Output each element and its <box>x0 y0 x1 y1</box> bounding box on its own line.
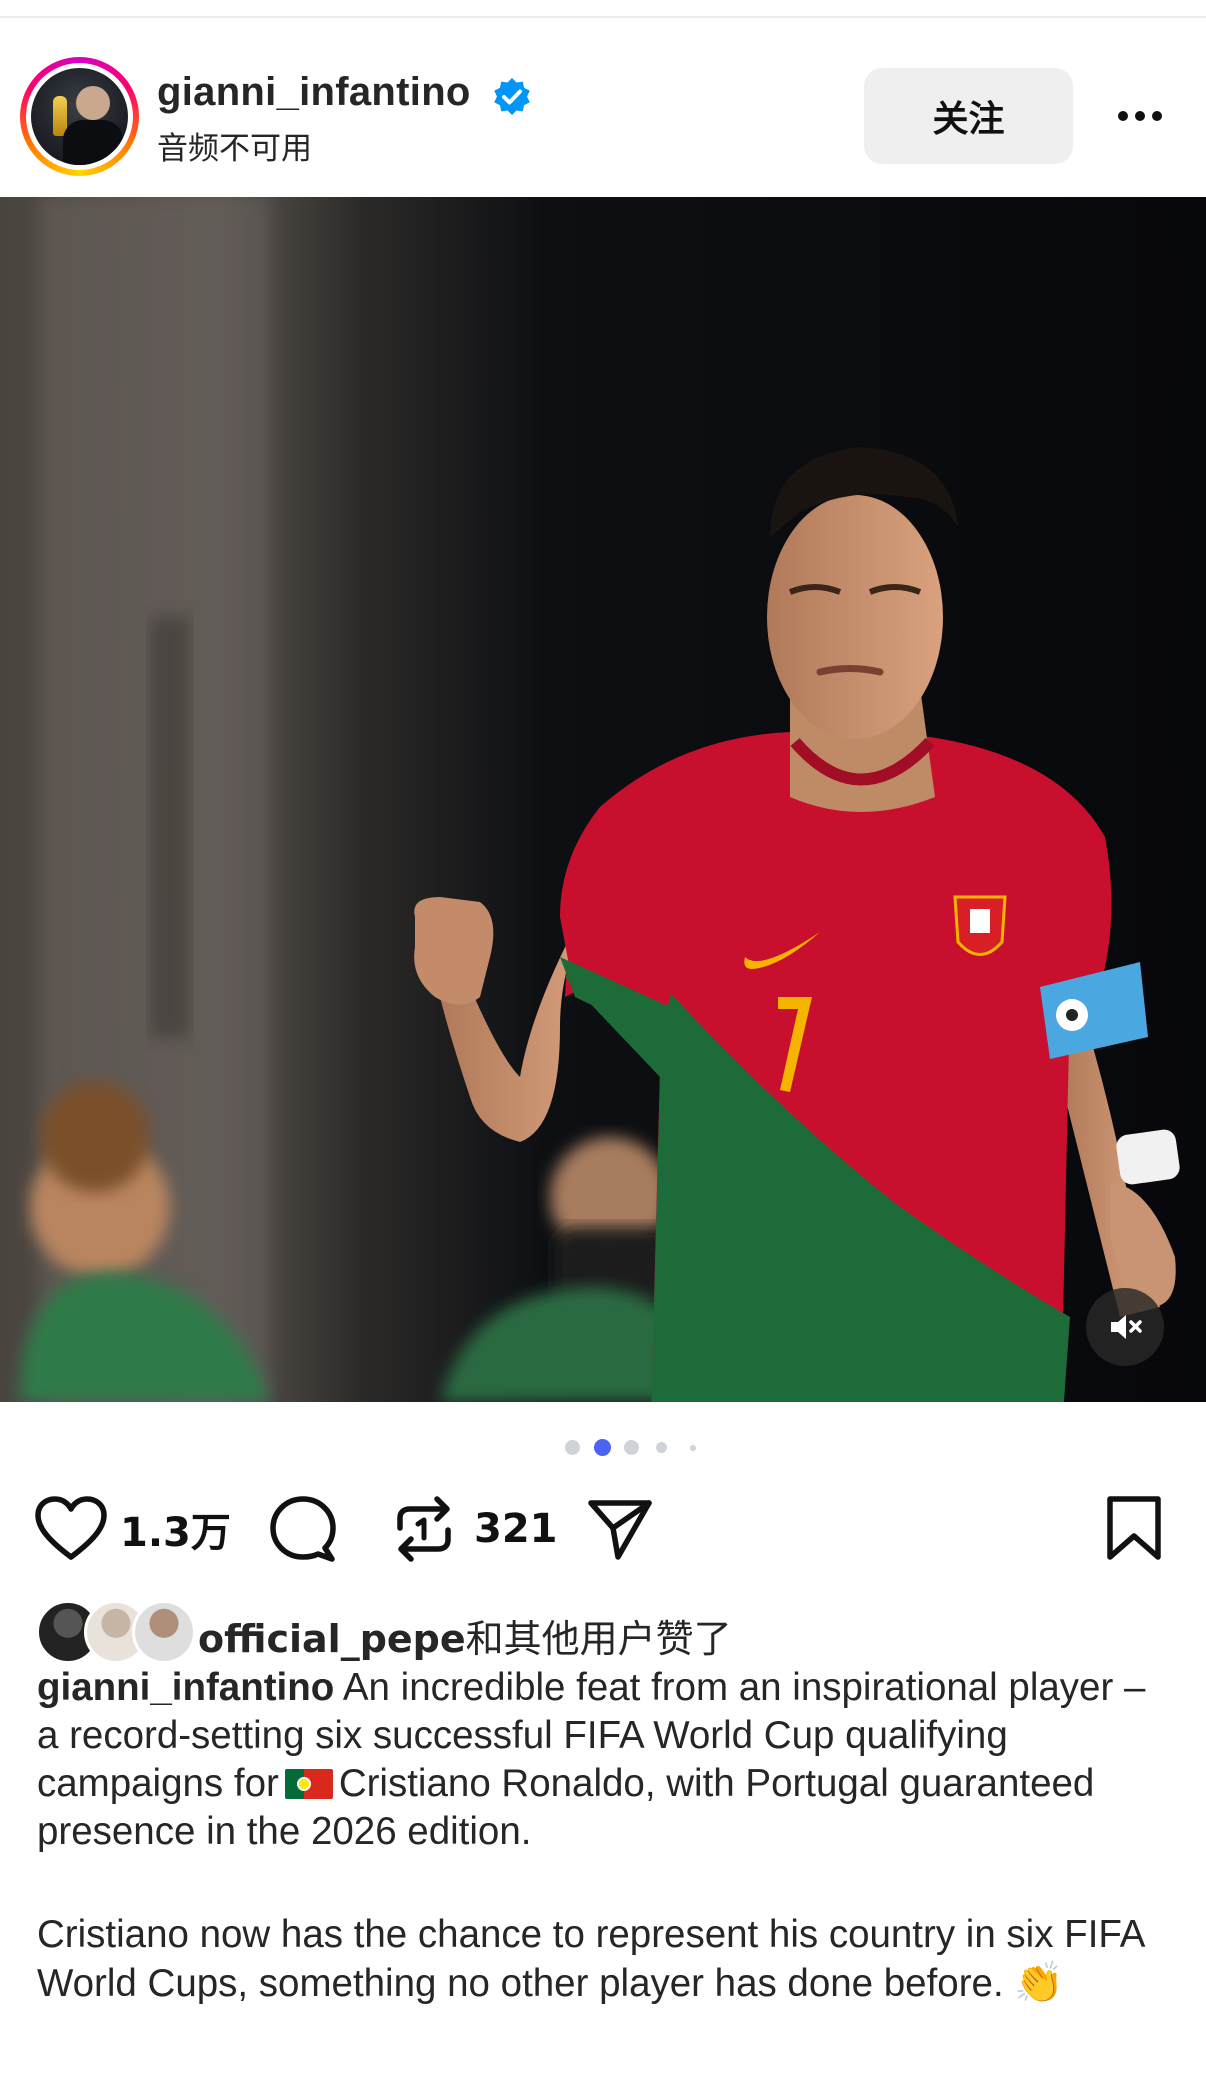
caption-username[interactable]: gianni_infantino <box>37 1666 334 1709</box>
player-photo <box>0 197 1206 1402</box>
carousel-dot <box>690 1445 696 1451</box>
repost-action[interactable]: 321 <box>392 1494 558 1564</box>
carousel-dot-active <box>594 1439 611 1456</box>
portugal-flag-icon <box>284 1769 333 1799</box>
post-header: gianni_infantino 音频不可用 关注 <box>0 30 1206 180</box>
comment-action[interactable] <box>268 1494 338 1564</box>
likes-count[interactable]: 1.3万 <box>120 1500 231 1558</box>
liked-by-text[interactable]: official_pepe和其他用户赞了 <box>198 1608 732 1663</box>
like-action[interactable]: 1.3万 <box>34 1494 231 1564</box>
verified-badge-icon <box>494 78 530 115</box>
story-ring[interactable] <box>20 57 139 176</box>
comment-icon[interactable] <box>268 1494 338 1564</box>
bookmark-icon[interactable] <box>1104 1494 1164 1564</box>
header-username[interactable]: gianni_infantino <box>157 70 471 115</box>
post-image[interactable] <box>0 197 1206 1402</box>
mute-icon <box>1111 1315 1142 1339</box>
bookmark-action[interactable] <box>1104 1494 1164 1564</box>
carousel-dot <box>624 1440 639 1455</box>
liked-by-user[interactable]: official_pepe <box>198 1617 466 1661</box>
audio-status: 音频不可用 <box>157 131 312 167</box>
heart-icon[interactable] <box>34 1495 108 1563</box>
avatar[interactable] <box>31 68 128 165</box>
top-divider <box>0 16 1206 18</box>
clapping-emoji: 👏 <box>1014 1961 1065 2005</box>
follow-button[interactable]: 关注 <box>864 68 1073 164</box>
caption-text-2: Cristiano now has the chance to represen… <box>37 1913 1144 2005</box>
carousel-indicator <box>0 1437 1206 1457</box>
reposts-count[interactable]: 321 <box>474 1506 558 1552</box>
liked-by-suffix: 和其他用户赞了 <box>465 1617 732 1661</box>
more-options-icon[interactable] <box>1110 96 1170 136</box>
liked-by[interactable]: official_pepe和其他用户赞了 <box>36 1600 1176 1664</box>
post-caption: gianni_infantino An incredible feat from… <box>37 1664 1177 2008</box>
carousel-dot <box>656 1442 667 1453</box>
repost-icon[interactable] <box>392 1494 456 1564</box>
share-icon[interactable] <box>585 1494 655 1564</box>
share-action[interactable] <box>585 1494 655 1564</box>
liker-avatar[interactable] <box>132 1600 196 1664</box>
mute-button[interactable] <box>1086 1288 1164 1366</box>
carousel-dot <box>565 1440 580 1455</box>
